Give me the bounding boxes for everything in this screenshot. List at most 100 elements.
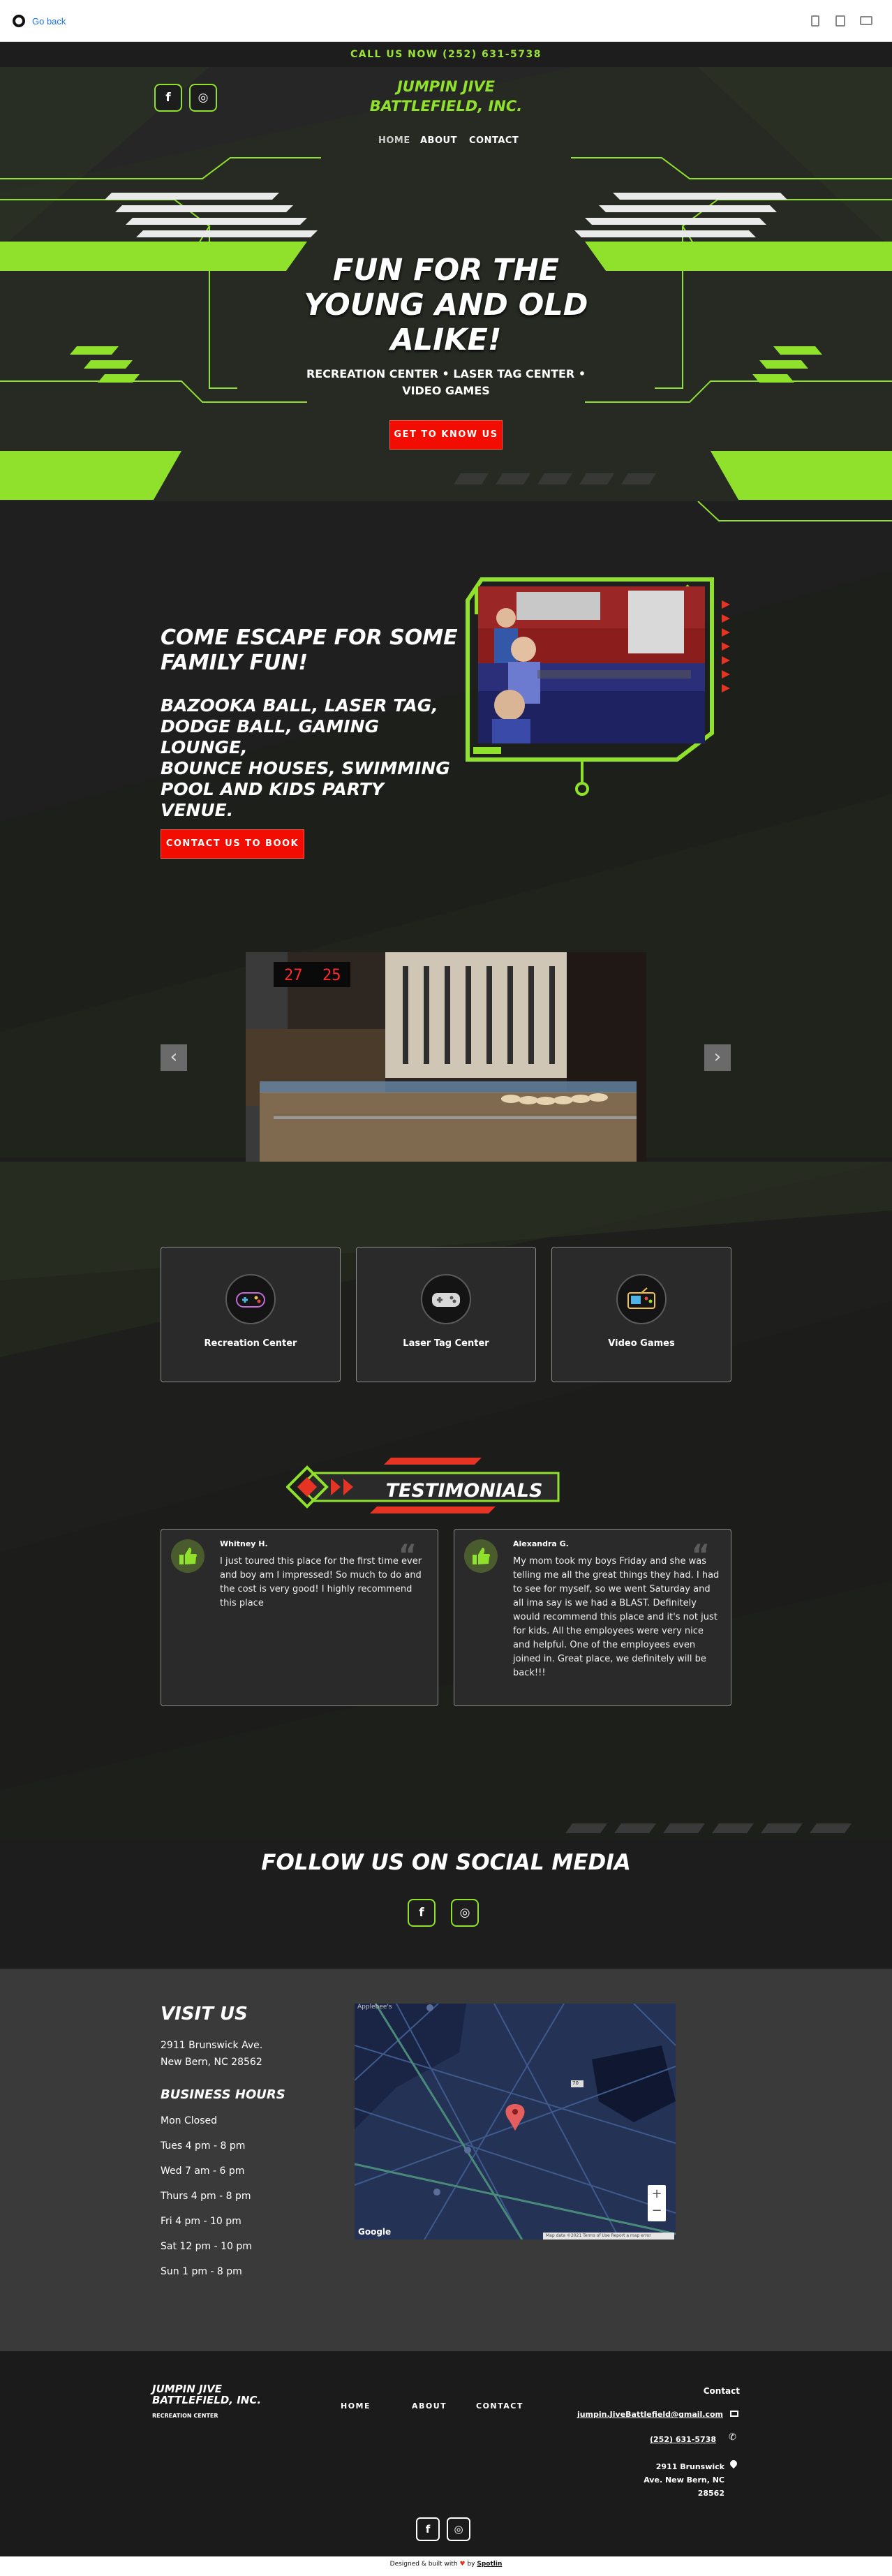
footer-phone-link[interactable]: (252) 631-5738 <box>628 2435 716 2444</box>
footer-facebook-button[interactable]: f <box>416 2517 440 2541</box>
map-pin-icon <box>505 2104 525 2131</box>
map-route-label: 70 <box>572 2080 579 2086</box>
service-card-recreation[interactable]: Recreation Center <box>161 1247 341 1382</box>
reviewer-name: Whitney H. <box>220 1539 268 1548</box>
credit-prefix: Designed & built with <box>389 2561 458 2568</box>
gaming-lounge-photo <box>466 577 730 796</box>
logo-line1: JUMPIN JIVE <box>396 78 496 95</box>
map-label-applebees: Applebee's <box>357 2004 392 2011</box>
footer-logo-line1: JUMPIN JIVE <box>152 2383 223 2395</box>
map-attribution[interactable]: Map data ©2021 Terms of Use Report a map… <box>543 2233 674 2240</box>
escape-title: COME ESCAPE FOR SOME FAMILY FUN! <box>161 626 461 676</box>
get-to-know-us-button[interactable]: GET TO KNOW US <box>389 420 503 450</box>
service-card-laser-tag[interactable]: Laser Tag Center <box>356 1247 536 1382</box>
visit-heading: VISIT US <box>161 2004 248 2024</box>
footer-nav-home[interactable]: HOME <box>341 2401 371 2411</box>
logo-line2: BATTLEFIELD, INC. <box>369 98 523 114</box>
testimonial-card: Whitney H. “ I just toured this place fo… <box>161 1529 438 1706</box>
gallery-prev-button[interactable]: ‹ <box>161 1044 187 1071</box>
hero-title: FUN FOR THE YOUNG AND OLD ALIKE! <box>279 253 613 357</box>
credit-by: by <box>467 2561 475 2568</box>
hours-item: Wed 7 am - 6 pm <box>161 2166 245 2177</box>
hero-title-line3: ALIKE! <box>390 323 502 357</box>
follow-instagram-button[interactable]: ◎ <box>451 1899 479 1927</box>
site-logo[interactable]: JUMPIN JIVE BATTLEFIELD, INC. <box>363 77 529 116</box>
footer-address-line2: Ave. New Bern, NC <box>644 2475 724 2485</box>
footer-email-link[interactable]: jumpin.JiveBattlefield@gmail.com <box>558 2410 723 2419</box>
hours-heading: BUSINESS HOURS <box>161 2087 285 2102</box>
facebook-button[interactable]: f <box>154 84 182 112</box>
testimonials-heading: TESTIMONIALS <box>385 1480 543 1502</box>
service-label: Video Games <box>608 1338 675 1349</box>
gallery-next-button[interactable]: › <box>704 1044 731 1071</box>
footer-nav-contact[interactable]: CONTACT <box>476 2401 523 2411</box>
map-embed[interactable]: Applebee's 70 Google Map data ©2021 Term… <box>355 2004 676 2240</box>
tablet-view-icon[interactable] <box>835 15 845 27</box>
nav-contact[interactable]: CONTACT <box>469 135 519 146</box>
testimonial-card: Alexandra G. “ My mom took my boys Frida… <box>454 1529 731 1706</box>
nav-home[interactable]: HOME <box>378 135 410 146</box>
call-bar[interactable]: CALL US NOW (252) 631-5738 <box>0 42 892 67</box>
escape-title-line2: FAMILY FUN! <box>161 651 309 675</box>
service-label: Recreation Center <box>204 1338 297 1349</box>
facebook-icon: f <box>165 91 171 105</box>
footer-logo-sub: RECREATION CENTER <box>152 2413 218 2419</box>
activities-line3: BOUNCE HOUSES, SWIMMING <box>161 758 450 778</box>
activities-list: BAZOOKA BALL, LASER TAG, DODGE BALL, GAM… <box>161 695 461 821</box>
reviewer-name: Alexandra G. <box>513 1539 569 1548</box>
browser-bar <box>0 0 892 42</box>
footer <box>0 2351 892 2576</box>
hero-subtitle: RECREATION CENTER • LASER TAG CENTER • V… <box>300 366 592 399</box>
footer-logo-line2: BATTLEFIELD, INC. <box>152 2394 262 2406</box>
controller-icon <box>421 1274 471 1324</box>
instagram-button[interactable]: ◎ <box>189 84 217 112</box>
zoom-in-button[interactable]: + <box>648 2185 666 2203</box>
nav-about[interactable]: ABOUT <box>420 135 457 146</box>
activities-line2: DODGE BALL, GAMING LOUNGE, <box>161 716 380 757</box>
scoreboard-left: 27 <box>284 967 303 984</box>
review-text: My mom took my boys Friday and she was t… <box>513 1556 720 1678</box>
go-back-link[interactable]: Go back <box>13 14 66 28</box>
mail-icon <box>730 2411 738 2417</box>
instagram-icon: ◎ <box>454 2523 463 2536</box>
instagram-icon: ◎ <box>459 1906 470 1920</box>
footer-nav-about[interactable]: ABOUT <box>412 2401 447 2411</box>
thumbs-up-icon <box>464 1539 498 1573</box>
visit-address: 2911 Brunswick Ave. New Bern, NC 28562 <box>161 2037 262 2071</box>
contact-us-to-book-button[interactable]: CONTACT US TO BOOK <box>161 829 304 859</box>
map-zoom-controls: + − <box>648 2185 666 2221</box>
hours-item: Thurs 4 pm - 8 pm <box>161 2191 251 2202</box>
thumbs-up-icon <box>171 1539 205 1573</box>
service-card-video-games[interactable]: Video Games <box>551 1247 731 1382</box>
footer-logo[interactable]: JUMPIN JIVE BATTLEFIELD, INC. <box>152 2383 261 2406</box>
service-label: Laser Tag Center <box>403 1338 489 1349</box>
hours-item: Sun 1 pm - 8 pm <box>161 2266 242 2277</box>
credit-text: Designed & built with ♥ by Spotlin <box>0 2561 892 2568</box>
desktop-view-icon[interactable] <box>860 16 872 25</box>
footer-contact-heading: Contact <box>703 2386 740 2396</box>
hero-sub-line1: RECREATION CENTER • LASER TAG CENTER • <box>306 367 586 380</box>
follow-facebook-button[interactable]: f <box>408 1899 436 1927</box>
footer-address-line3: 28562 <box>697 2489 724 2498</box>
activities-line1: BAZOOKA BALL, LASER TAG, <box>161 695 438 716</box>
back-icon <box>13 15 25 27</box>
activities-line4: POOL AND KIDS PARTY VENUE. <box>161 779 384 820</box>
map-streets <box>355 2004 676 2240</box>
address-line1: 2911 Brunswick Ave. <box>161 2040 263 2051</box>
hero-title-line2: YOUNG AND OLD <box>304 288 588 323</box>
go-back-label: Go back <box>32 15 66 27</box>
hours-item: Mon Closed <box>161 2115 217 2126</box>
follow-heading: FOLLOW US ON SOCIAL MEDIA <box>261 1850 631 1875</box>
escape-title-line1: COME ESCAPE FOR SOME <box>161 626 458 650</box>
chevron-right-icon: › <box>713 1046 722 1067</box>
retro-console-icon <box>616 1274 667 1324</box>
google-logo: Google <box>358 2227 392 2237</box>
review-text: I just toured this place for the first t… <box>220 1556 422 1608</box>
credit-brand-link[interactable]: Spotlin <box>477 2561 502 2568</box>
address-line2: New Bern, NC 28562 <box>161 2057 262 2068</box>
zoom-out-button[interactable]: − <box>648 2203 666 2221</box>
mobile-view-icon[interactable] <box>811 15 819 27</box>
footer-instagram-button[interactable]: ◎ <box>447 2517 470 2541</box>
footer-address: 2911 Brunswick Ave. New Bern, NC 28562 <box>614 2460 724 2500</box>
instagram-icon: ◎ <box>198 91 209 105</box>
